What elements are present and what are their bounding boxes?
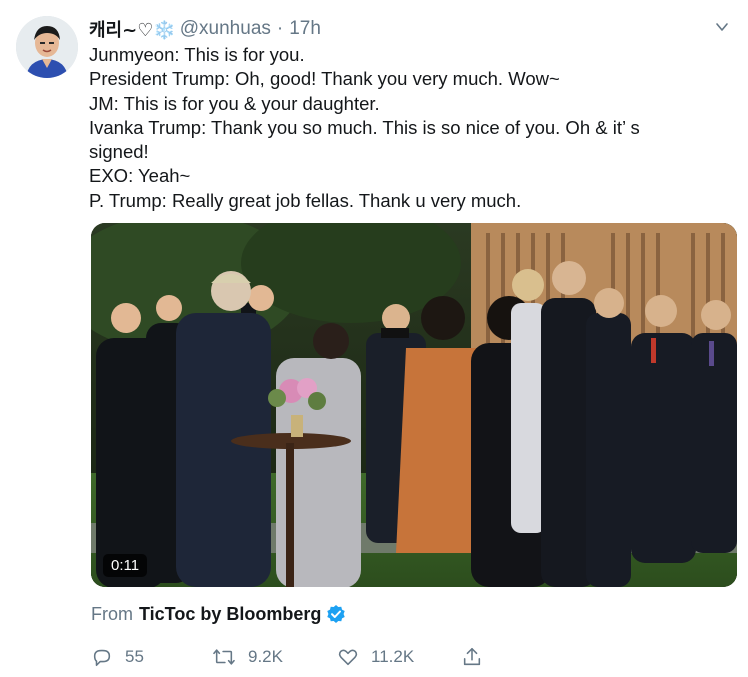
retweet-icon <box>213 649 235 665</box>
reply-button[interactable]: 55 <box>91 642 144 672</box>
tweet-text-line: EXO: Yeah~ <box>89 165 191 187</box>
heart-icon <box>338 649 358 666</box>
display-name[interactable]: 캐리~♡❄️ <box>89 16 176 42</box>
tweet-text-line: Ivanka Trump: Thank you so much. This is… <box>89 116 640 138</box>
source-prefix: From <box>91 603 133 624</box>
share-icon <box>463 647 481 666</box>
verified-badge-icon <box>327 605 346 623</box>
tweet-text-line: Junmyeon: This is for you. <box>89 44 305 65</box>
reply-icon <box>93 649 111 667</box>
tweet[interactable]: 캐리~♡❄️ @xunhuas · 17h Junmyeon: This is … <box>0 0 748 677</box>
tweet-text-line: President Trump: Oh, good! Thank you ver… <box>89 68 560 90</box>
chevron-down-icon[interactable] <box>715 20 729 34</box>
separator-dot: · <box>276 18 284 39</box>
tweet-header: 캐리~♡❄️ @xunhuas · 17h <box>89 16 321 42</box>
tweet-timestamp[interactable]: 17h <box>289 18 321 40</box>
retweet-button[interactable]: 9.2K <box>212 642 283 672</box>
share-button[interactable] <box>461 642 495 672</box>
tweet-text-line: P. Trump: Really great job fellas. Thank… <box>89 189 522 211</box>
like-button[interactable]: 11.2K <box>337 642 414 672</box>
video-thumbnail <box>91 223 737 587</box>
video-player[interactable]: 0:11 <box>91 223 737 587</box>
tweet-text: Junmyeon: This is for you. President Tru… <box>89 43 729 213</box>
tweet-actions: 55 9.2K 11.2K <box>91 642 691 672</box>
username-handle[interactable]: @xunhuas <box>180 18 271 40</box>
tweet-text-line: signed! <box>89 141 149 163</box>
tweet-text-line: JM: This is for you & your daughter. <box>89 92 380 114</box>
source-account-link[interactable]: TicToc by Bloomberg <box>139 604 321 625</box>
reply-count: 55 <box>125 647 144 666</box>
retweet-count: 9.2K <box>248 647 283 666</box>
like-count: 11.2K <box>371 647 415 666</box>
avatar[interactable] <box>16 16 78 78</box>
video-duration: 0:11 <box>103 554 148 577</box>
source-attribution: From TicToc by Bloomberg <box>91 600 346 628</box>
